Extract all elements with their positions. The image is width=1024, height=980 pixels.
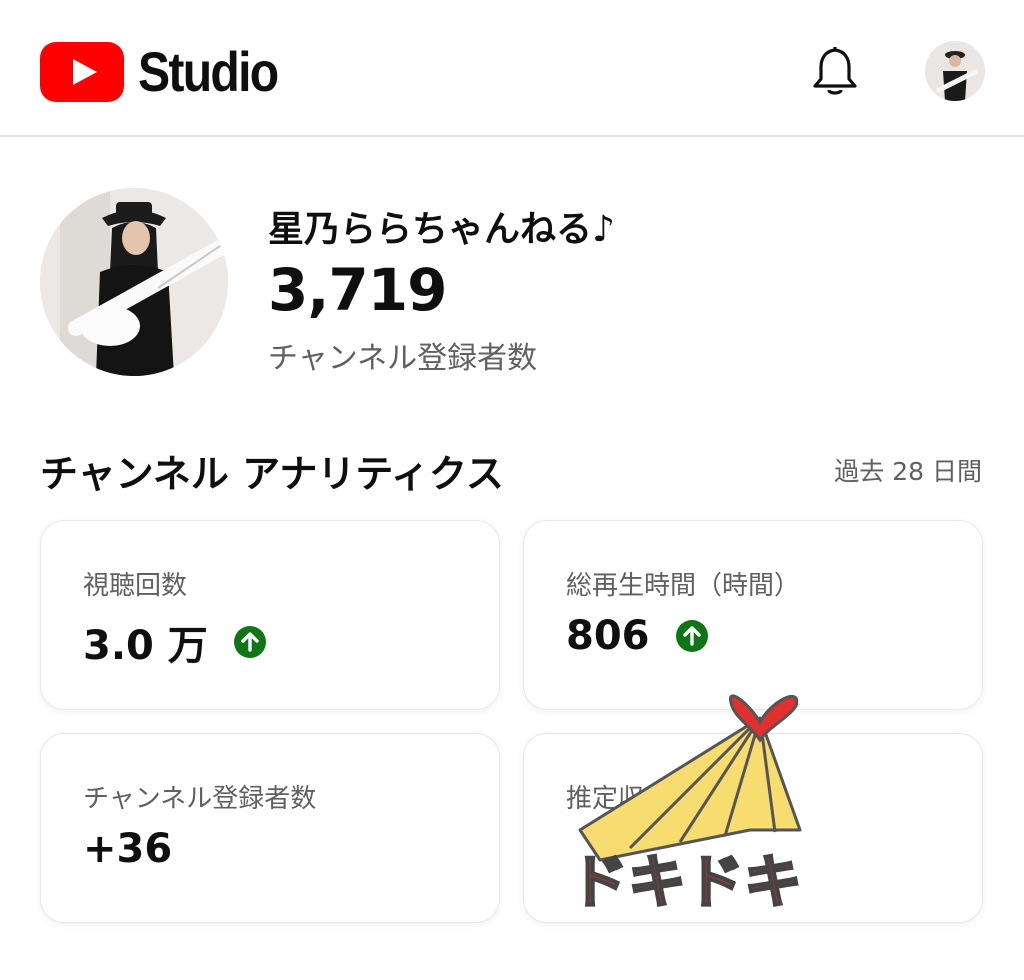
metric-label: 視聴回数 xyxy=(83,571,188,601)
analytics-title: チャンネル アナリティクス xyxy=(40,452,504,496)
trend-up-icon xyxy=(233,626,266,658)
metric-card-subscribers[interactable]: チャンネル登録者数 +36 xyxy=(40,733,500,923)
channel-summary: 星乃ららちゃんねる♪ 3,719 チャンネル登録者数 xyxy=(40,188,984,378)
dokidoki-sticker: ドキドキ xyxy=(560,680,820,920)
channel-name: 星乃ららちゃんねる♪ xyxy=(268,209,615,250)
youtube-play-icon xyxy=(40,41,124,102)
metric-value: 806 xyxy=(566,613,650,659)
top-app-bar: Studio xyxy=(0,0,1024,137)
metric-label: 総再生時間（時間） xyxy=(566,571,801,601)
metric-label: チャンネル登録者数 xyxy=(83,784,317,814)
analytics-period[interactable]: 過去 28 日間 xyxy=(834,452,982,488)
channel-avatar[interactable] xyxy=(40,188,228,376)
logo-text: Studio xyxy=(138,40,279,103)
metric-value: 3.0 万 xyxy=(83,623,208,669)
sticker-text: ドキドキ xyxy=(570,848,802,916)
account-avatar[interactable] xyxy=(925,41,985,101)
studio-logo[interactable]: Studio xyxy=(40,39,300,104)
metric-value: +36 xyxy=(83,826,173,872)
subscriber-count: 3,719 xyxy=(268,256,447,324)
metric-card-views[interactable]: 視聴回数 3.0 万 xyxy=(40,520,500,710)
subscriber-label: チャンネル登録者数 xyxy=(268,341,538,376)
trend-up-icon xyxy=(675,620,708,652)
bell-icon[interactable] xyxy=(810,43,860,97)
